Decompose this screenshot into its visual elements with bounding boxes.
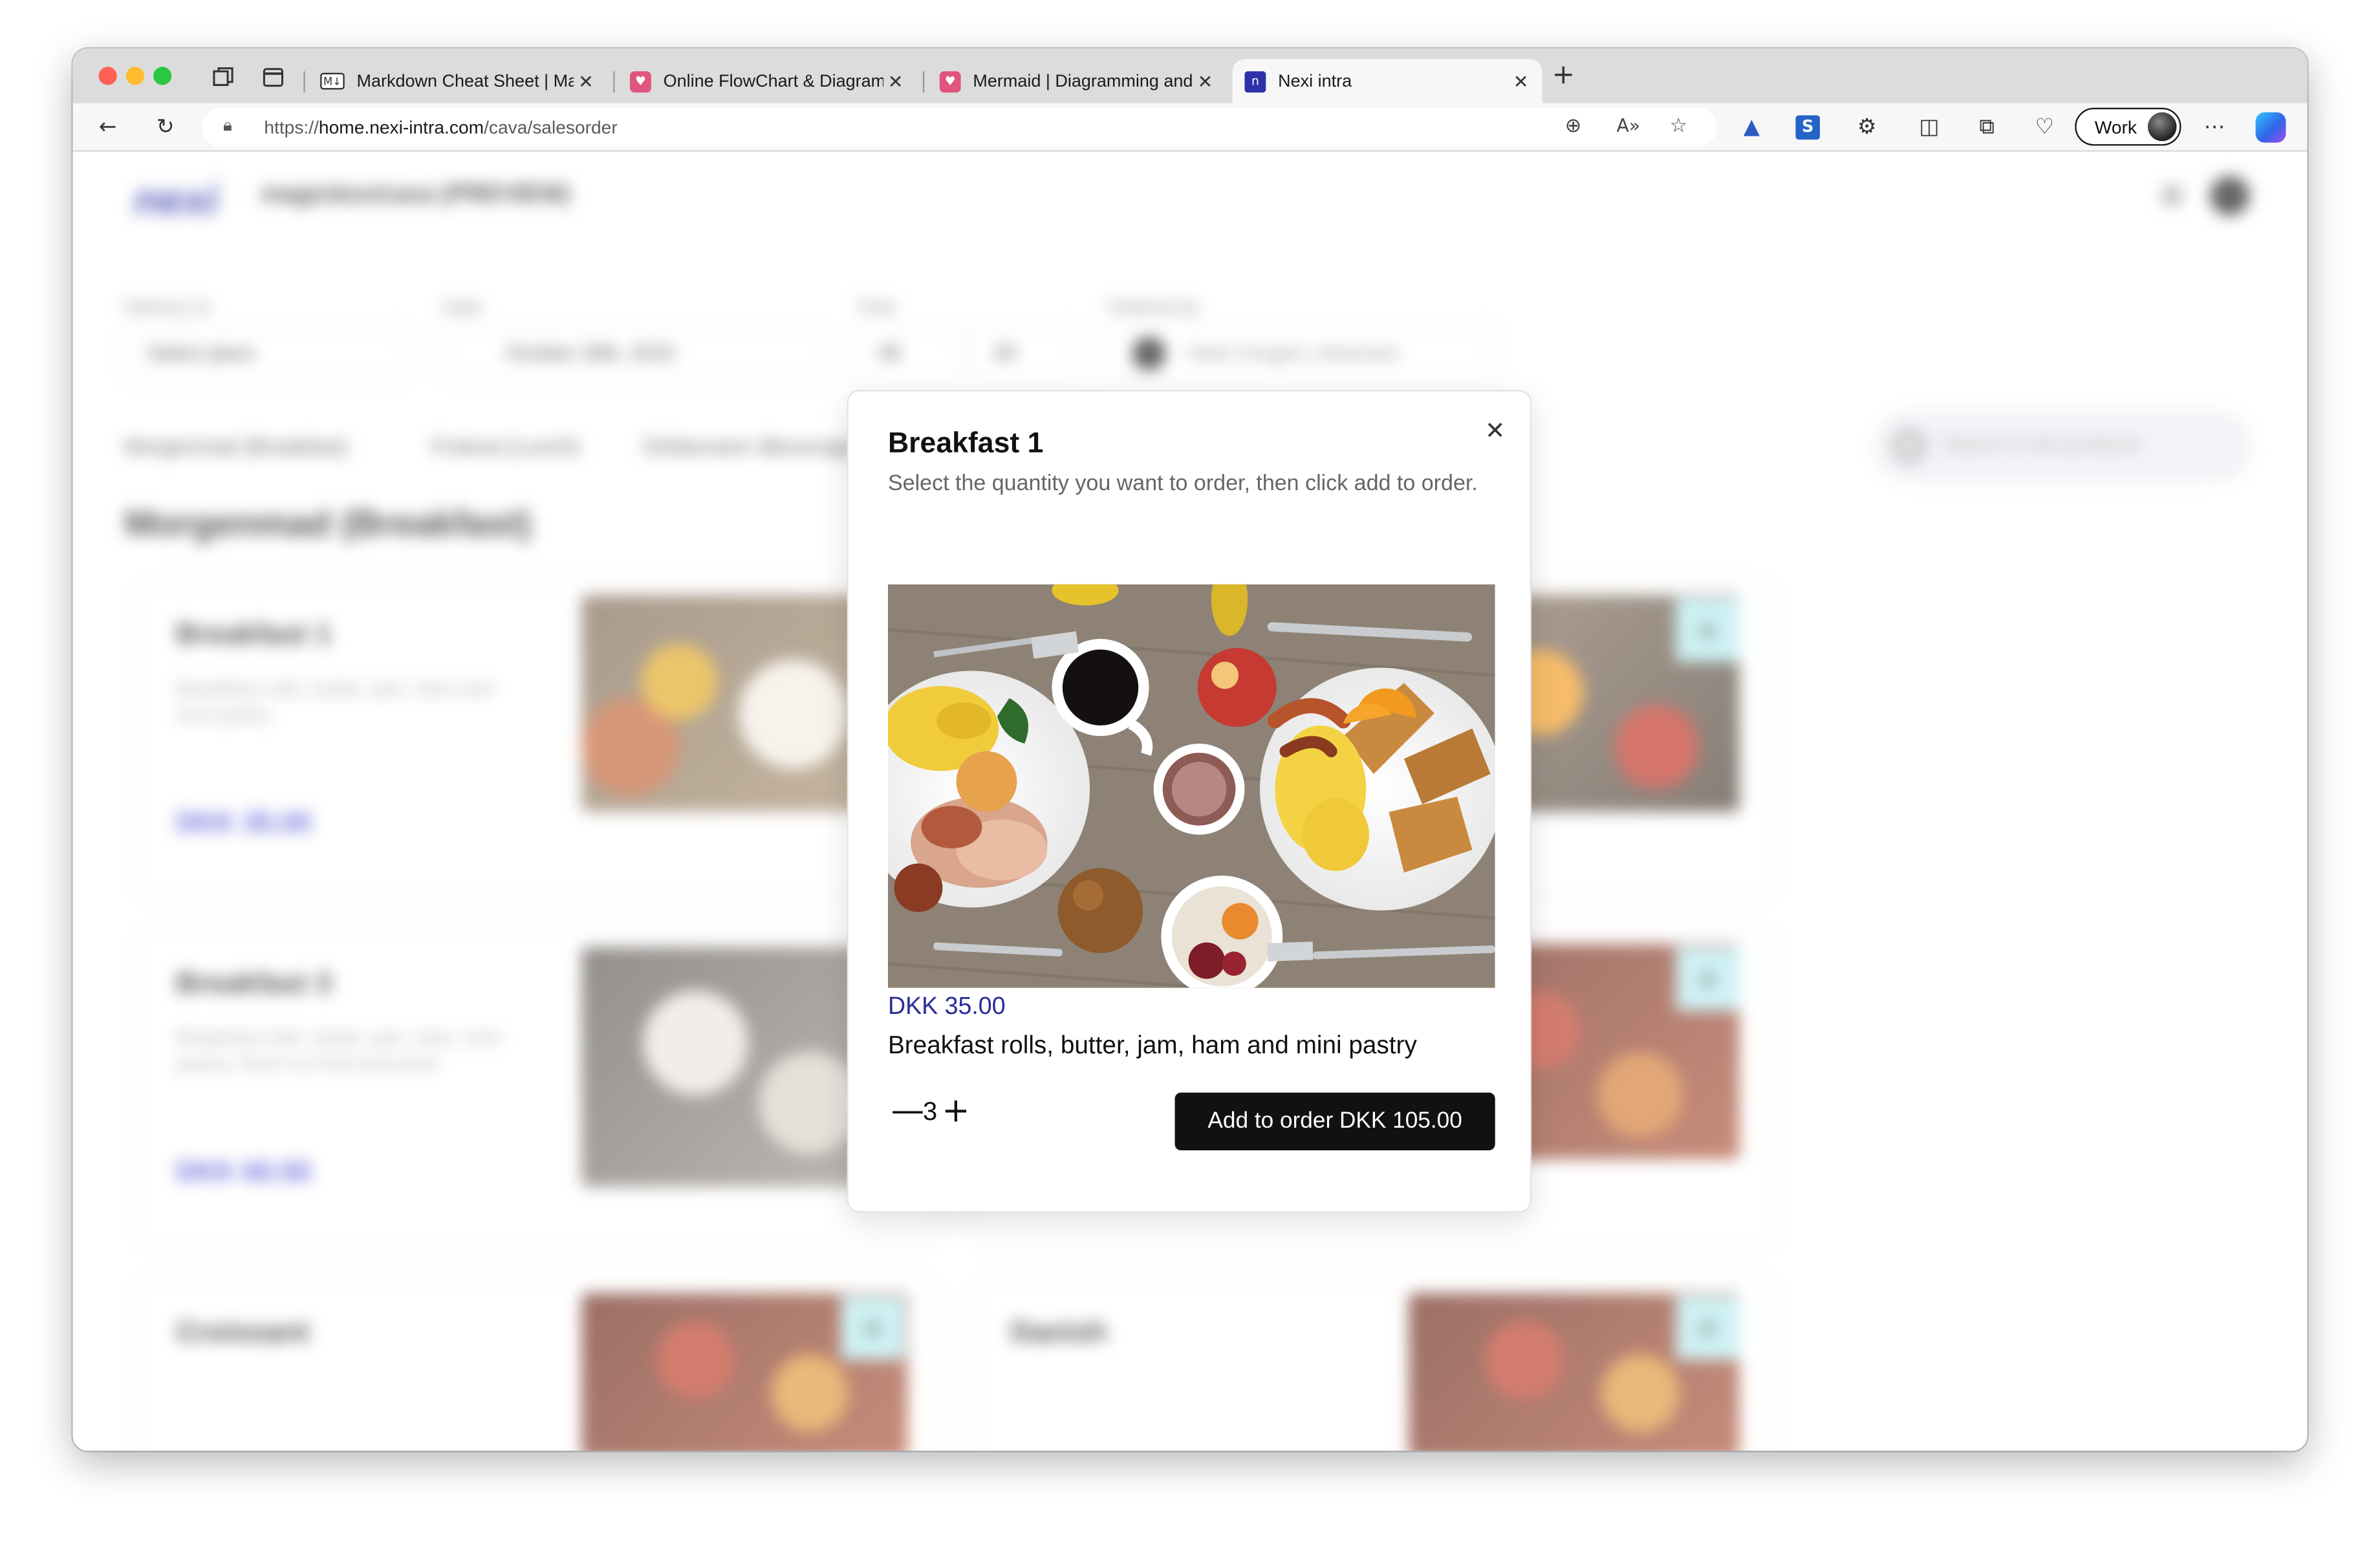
screen: M↓ Markdown Cheat Sheet | Markdown Guide…	[0, 0, 2380, 1548]
back-icon[interactable]: ←	[94, 114, 122, 141]
drive-icon[interactable]: ▲	[1738, 114, 1765, 141]
tab-bar: M↓ Markdown Cheat Sheet | Markdown Guide…	[72, 48, 2308, 103]
tab-markdown-cheat-sheet[interactable]: M↓ Markdown Cheat Sheet | Markdown Guide…	[308, 59, 607, 103]
dialog-price: DKK 35.00	[887, 994, 1006, 1020]
extensions-icon[interactable]: ⚙	[1854, 114, 1881, 141]
new-tab-icon[interactable]: +	[1552, 61, 1576, 89]
close-icon[interactable]: ✕	[1477, 413, 1513, 449]
url-path: /cava/salesorder	[484, 116, 618, 138]
minimize-window-button[interactable]	[125, 67, 144, 85]
mermaid-icon: ♥	[939, 70, 961, 92]
favorite-star-icon[interactable]: ☆	[1670, 115, 1687, 138]
dialog-description: Select the quantity you want to order, t…	[887, 471, 1478, 497]
lock-icon: 🔒︎	[223, 115, 232, 135]
tab-nexi-intra[interactable]: n Nexi intra ✕	[1232, 59, 1542, 103]
zoom-icon[interactable]: ⊕	[1565, 115, 1582, 138]
url-field[interactable]: 🔒︎ https://home.nexi-intra.com/cava/sale…	[202, 107, 1717, 147]
close-tab-icon[interactable]: ✕	[1509, 70, 1533, 92]
more-options-icon[interactable]: ⋯	[2201, 114, 2228, 141]
refresh-icon[interactable]: ↻	[152, 114, 179, 141]
order-dialog: Breakfast 1 Select the quantity you want…	[847, 390, 1532, 1213]
tab-mermaid[interactable]: ♥ Mermaid | Diagramming and charting too…	[927, 59, 1226, 103]
workspaces-icon[interactable]	[211, 65, 235, 90]
dialog-item-description: Breakfast rolls, butter, jam, ham and mi…	[887, 1031, 1417, 1060]
close-window-button[interactable]	[98, 67, 117, 85]
markdown-icon: M↓	[320, 72, 345, 90]
url-host: home.nexi-intra.com	[318, 116, 484, 138]
avatar	[2147, 112, 2177, 142]
add-to-order-button[interactable]: Add to order DKK 105.00	[1174, 1092, 1495, 1150]
profile-button[interactable]: Work	[2075, 107, 2181, 146]
product-image	[887, 584, 1495, 988]
scribe-extension-icon[interactable]: S	[1795, 115, 1820, 140]
quantity-stepper: — 3 +	[891, 1093, 970, 1130]
tab-actions-icon[interactable]	[261, 65, 286, 90]
read-aloud-icon[interactable]: A»	[1616, 115, 1640, 136]
dialog-title: Breakfast 1	[887, 427, 1044, 460]
decrease-quantity-button[interactable]: —	[891, 1093, 925, 1130]
copilot-icon[interactable]	[2255, 112, 2286, 143]
mermaid-icon: ♥	[629, 70, 651, 92]
close-tab-icon[interactable]: ✕	[1193, 70, 1218, 92]
quantity-value: 3	[922, 1097, 938, 1126]
browser-essentials-icon[interactable]: ♡	[2031, 114, 2058, 141]
maximize-window-button[interactable]	[153, 67, 172, 85]
close-tab-icon[interactable]: ✕	[883, 70, 908, 92]
split-screen-icon[interactable]: ◫	[1916, 114, 1943, 141]
increase-quantity-button[interactable]: +	[942, 1093, 969, 1130]
address-bar: ← ↻ 🔒︎ https://home.nexi-intra.com/cava/…	[72, 103, 2308, 152]
close-tab-icon[interactable]: ✕	[574, 70, 598, 92]
tab-online-flowchart[interactable]: ♥ Online FlowChart & Diagrams Editor ✕	[618, 59, 916, 103]
url-scheme: https://	[264, 116, 319, 138]
nexi-icon: n	[1244, 70, 1266, 92]
collections-icon[interactable]: ⧉	[1973, 114, 2000, 141]
